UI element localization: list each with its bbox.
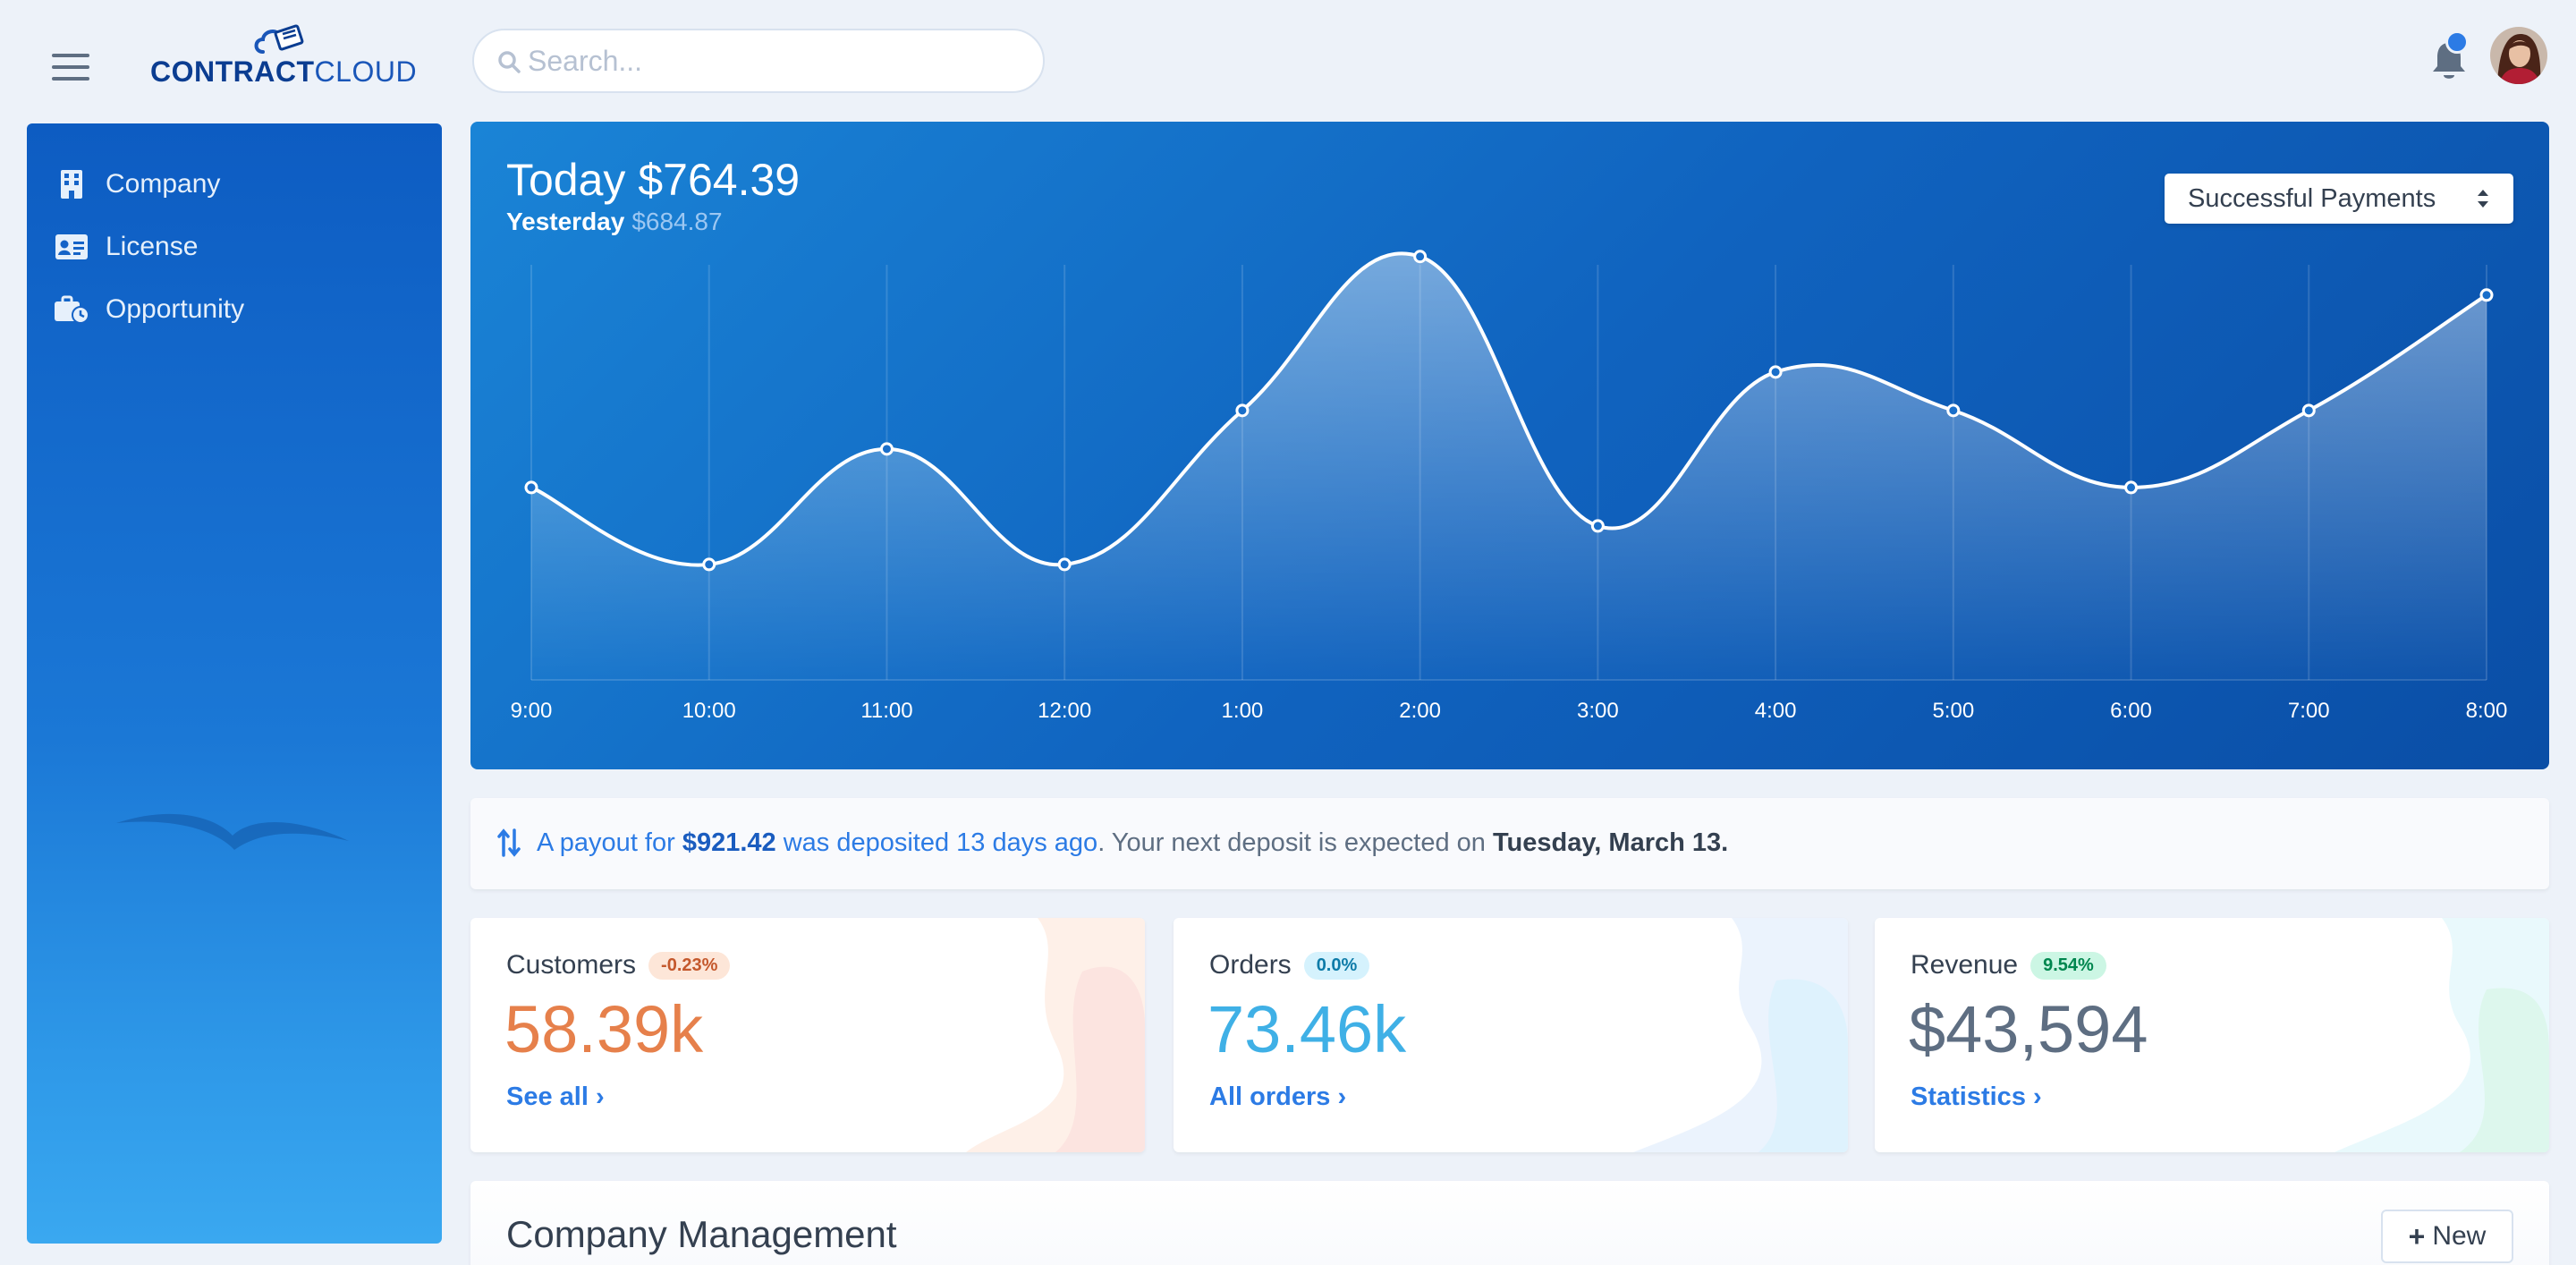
payments-line-chart: 9:00 10:00 11:00 12:00 1:00 2:00 3:00 4:00 5:00 6… [511, 250, 2508, 723]
data-point [2301, 403, 2316, 418]
search-icon [498, 51, 521, 73]
cloud-logo-icon [254, 24, 304, 54]
data-point [524, 480, 538, 495]
x-tick-label: 2:00 [1399, 699, 1441, 723]
stat-value: 58.39k [504, 992, 704, 1066]
data-point [1946, 403, 1961, 418]
payout-message: A payout for $921.42 was deposited 13 da… [537, 828, 1729, 857]
section-title: Company Management [506, 1213, 897, 1255]
x-tick-label: 12:00 [1038, 699, 1091, 723]
sidebar-item-opportunity[interactable]: Opportunity [54, 288, 244, 331]
stat-change-badge: -0.23% [648, 952, 731, 980]
x-tick-label: 8:00 [2466, 699, 2508, 723]
building-icon [54, 168, 89, 200]
sidebar-item-license[interactable]: License [54, 225, 198, 268]
data-point [1413, 250, 1428, 264]
payments-chart-card: Today $764.39 Yesterday $684.87 Successfu… [470, 122, 2549, 769]
sidebar: Company License Opportunity [27, 123, 442, 1244]
company-management-card: Company Management + New [470, 1181, 2549, 1265]
x-tick-label: 6:00 [2110, 699, 2152, 723]
data-point [702, 557, 716, 572]
logo-text: CONTRACTCLOUD [150, 55, 418, 88]
data-point [1057, 557, 1072, 572]
user-avatar[interactable] [2490, 27, 2547, 84]
x-tick-label: 4:00 [1755, 699, 1797, 723]
stat-value: $43,594 [1909, 992, 2148, 1066]
stat-change-badge: 0.0% [1303, 952, 1370, 980]
sidebar-item-label: Opportunity [106, 294, 245, 324]
statistics-link[interactable]: Statistics › [1911, 1082, 2042, 1112]
notification-indicator [2445, 30, 2469, 54]
search-input[interactable] [528, 30, 1029, 91]
plus-icon: + [2408, 1219, 2426, 1252]
chevron-right-icon: › [2033, 1082, 2042, 1111]
x-tick-label: 3:00 [1577, 699, 1619, 723]
data-point [1235, 403, 1250, 418]
card-background-shape [966, 918, 1145, 1152]
chevron-right-icon: › [1337, 1082, 1347, 1111]
stat-change-badge: 9.54% [2030, 952, 2106, 980]
sidebar-item-company[interactable]: Company [54, 163, 220, 206]
data-point [2479, 288, 2494, 302]
series-area [531, 253, 2487, 680]
id-card-icon [54, 231, 89, 263]
stat-title: Orders 0.0% [1209, 950, 1370, 981]
swap-arrows-icon [497, 828, 521, 857]
stat-value: 73.46k [1208, 992, 1407, 1066]
x-tick-label: 11:00 [860, 699, 912, 723]
data-point [1768, 365, 1783, 379]
card-background-shape [2334, 918, 2549, 1152]
data-point [879, 442, 894, 456]
see-all-link[interactable]: See all › [506, 1082, 605, 1112]
x-tick-label: 1:00 [1222, 699, 1264, 723]
avatar-image [2490, 27, 2547, 84]
stat-title: Revenue 9.54% [1911, 950, 2106, 981]
search-box[interactable] [472, 29, 1045, 93]
business-time-icon [54, 293, 89, 326]
all-orders-link[interactable]: All orders › [1209, 1082, 1346, 1112]
x-tick-label: 5:00 [1932, 699, 1974, 723]
x-tick-label: 9:00 [511, 699, 553, 723]
revenue-stat-card: Revenue 9.54% $43,594 Statistics › [1875, 918, 2549, 1152]
data-point [2124, 480, 2139, 495]
bird-decoration [116, 813, 349, 850]
x-tick-label: 7:00 [2288, 699, 2330, 723]
sidebar-item-label: Company [106, 169, 221, 199]
customers-stat-card: Customers -0.23% 58.39k See all › [470, 918, 1145, 1152]
menu-toggle-icon[interactable] [52, 54, 89, 81]
orders-stat-card: Orders 0.0% 73.46k All orders › [1174, 918, 1848, 1152]
new-button[interactable]: + New [2381, 1210, 2513, 1263]
x-tick-label: 10:00 [682, 699, 736, 723]
payout-banner: A payout for $921.42 was deposited 13 da… [470, 798, 2549, 889]
stat-title: Customers -0.23% [506, 950, 731, 981]
sidebar-item-label: License [106, 232, 199, 261]
app-logo[interactable]: CONTRACTCLOUD [150, 23, 419, 88]
chevron-right-icon: › [595, 1082, 605, 1111]
data-point [1590, 519, 1605, 533]
card-background-shape [1633, 918, 1848, 1152]
